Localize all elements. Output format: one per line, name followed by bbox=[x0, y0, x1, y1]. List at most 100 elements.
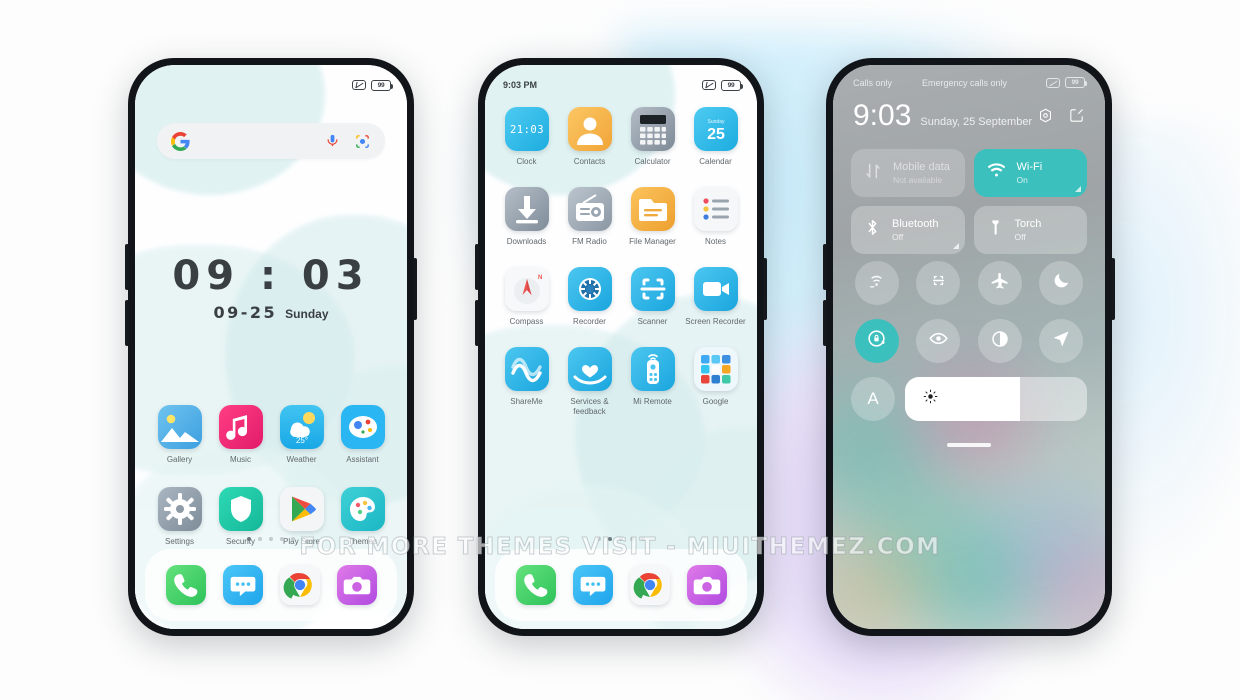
clock-icon[interactable]: 21:03 bbox=[504, 107, 549, 151]
app-music[interactable]: Music bbox=[210, 405, 271, 465]
page-dot[interactable] bbox=[641, 537, 645, 541]
app-calculator[interactable]: Calculator bbox=[621, 107, 684, 167]
app-scanner[interactable]: Scanner bbox=[621, 267, 684, 327]
volume-down-button[interactable] bbox=[125, 300, 129, 346]
power-button[interactable] bbox=[763, 258, 767, 320]
bluetooth-icon bbox=[863, 218, 882, 242]
screen-recorder-icon[interactable] bbox=[693, 267, 738, 311]
phone-icon[interactable] bbox=[165, 565, 206, 605]
fm-radio-icon[interactable] bbox=[567, 187, 612, 231]
app-downloads[interactable]: Downloads bbox=[495, 187, 558, 247]
volume-up-button[interactable] bbox=[823, 244, 827, 290]
app-weather[interactable]: 25° Weather bbox=[271, 405, 332, 465]
messages-icon[interactable] bbox=[222, 565, 263, 605]
toggle-dark-mode[interactable] bbox=[977, 319, 1022, 363]
microphone-icon[interactable] bbox=[325, 133, 340, 150]
scanner-icon[interactable] bbox=[630, 267, 675, 311]
calculator-icon[interactable] bbox=[630, 107, 675, 151]
chrome-icon[interactable] bbox=[629, 565, 670, 605]
assistant-icon[interactable] bbox=[340, 405, 385, 449]
toggle-scanner[interactable] bbox=[916, 261, 961, 305]
camera-icon[interactable] bbox=[686, 565, 727, 605]
app-mi-remote[interactable]: Mi Remote bbox=[621, 347, 684, 417]
contacts-icon[interactable] bbox=[567, 107, 612, 151]
tile-torch[interactable]: Torch Off bbox=[973, 206, 1087, 254]
page-dot[interactable] bbox=[619, 537, 623, 541]
volume-up-button[interactable] bbox=[475, 244, 479, 290]
page-dot[interactable] bbox=[269, 537, 273, 541]
app-google[interactable]: Google bbox=[684, 347, 747, 417]
page-dot[interactable] bbox=[280, 537, 284, 541]
page-dot[interactable] bbox=[291, 537, 295, 541]
brightness-slider[interactable] bbox=[905, 377, 1087, 421]
file-manager-icon[interactable] bbox=[630, 187, 675, 231]
app-screen-recorder[interactable]: Screen Recorder bbox=[684, 267, 747, 327]
toggle-reading-mode[interactable] bbox=[916, 319, 961, 363]
page-dot[interactable] bbox=[630, 537, 634, 541]
calendar-icon[interactable]: Sunday 25 bbox=[693, 107, 738, 151]
brightness-icon bbox=[923, 389, 938, 409]
phone-icon[interactable] bbox=[515, 565, 556, 605]
themes-icon[interactable] bbox=[340, 487, 385, 531]
scanner-icon bbox=[929, 271, 948, 295]
app-fm-radio[interactable]: FM Radio bbox=[558, 187, 621, 247]
page-dot[interactable] bbox=[597, 537, 601, 541]
drag-handle[interactable] bbox=[947, 443, 991, 447]
power-button[interactable] bbox=[1111, 258, 1115, 320]
play-store-icon[interactable] bbox=[279, 487, 324, 531]
notes-icon[interactable] bbox=[693, 187, 738, 231]
app-file-manager[interactable]: File Manager bbox=[621, 187, 684, 247]
weather-icon[interactable]: 25° bbox=[279, 405, 324, 449]
app-contacts[interactable]: Contacts bbox=[558, 107, 621, 167]
app-shareme[interactable]: ShareMe bbox=[495, 347, 558, 417]
music-icon[interactable] bbox=[218, 405, 263, 449]
gear-icon[interactable] bbox=[1037, 107, 1054, 129]
compass-icon[interactable]: N bbox=[504, 267, 549, 311]
clock-widget[interactable]: 09 : 03 09-25 Sunday bbox=[135, 253, 407, 322]
google-lens-icon[interactable] bbox=[354, 133, 371, 150]
page-dot[interactable] bbox=[258, 537, 262, 541]
shareme-icon[interactable] bbox=[504, 347, 549, 391]
toggle-hotspot[interactable] bbox=[854, 261, 899, 305]
volume-up-button[interactable] bbox=[125, 244, 129, 290]
tile-wi-fi[interactable]: Wi-Fi On bbox=[973, 149, 1087, 197]
camera-icon[interactable] bbox=[336, 565, 377, 605]
edit-icon[interactable] bbox=[1068, 107, 1085, 129]
app-recorder[interactable]: Recorder bbox=[558, 267, 621, 327]
expand-corner-icon[interactable] bbox=[1075, 186, 1081, 192]
tile-mobile-data[interactable]: Mobile data Not available bbox=[851, 149, 965, 197]
mi-remote-icon[interactable] bbox=[630, 347, 675, 391]
recorder-icon[interactable] bbox=[567, 267, 612, 311]
app-calendar[interactable]: Sunday 25 Calendar bbox=[684, 107, 747, 167]
app-gallery[interactable]: Gallery bbox=[149, 405, 210, 465]
gallery-icon[interactable] bbox=[157, 405, 202, 449]
app-notes[interactable]: Notes bbox=[684, 187, 747, 247]
app-services-feedback[interactable]: Services & feedback bbox=[558, 347, 621, 417]
volume-down-button[interactable] bbox=[475, 300, 479, 346]
expand-corner-icon[interactable] bbox=[952, 243, 959, 249]
google-folder-icon[interactable] bbox=[693, 347, 738, 391]
messages-icon[interactable] bbox=[572, 565, 613, 605]
google-search-bar[interactable] bbox=[157, 123, 385, 159]
settings-icon[interactable] bbox=[157, 487, 202, 531]
app-clock[interactable]: 21:03 Clock bbox=[495, 107, 558, 167]
toggle-do-not-disturb[interactable] bbox=[1039, 261, 1084, 305]
volume-down-button[interactable] bbox=[823, 300, 827, 346]
toggle-airplane-mode[interactable] bbox=[977, 261, 1022, 305]
page-indicator[interactable] bbox=[485, 537, 757, 541]
phone2-screen: 9:03 PM 99 21:03 Clock Contacts Calculator S… bbox=[485, 65, 757, 629]
app-assistant[interactable]: Assistant bbox=[332, 405, 393, 465]
services-feedback-icon[interactable] bbox=[567, 347, 612, 391]
chrome-icon[interactable] bbox=[279, 565, 320, 605]
tile-bluetooth[interactable]: Bluetooth Off bbox=[851, 206, 965, 254]
app-compass[interactable]: N Compass bbox=[495, 267, 558, 327]
toggle-location[interactable] bbox=[1039, 319, 1084, 363]
page-indicator[interactable] bbox=[135, 537, 407, 541]
toggle-auto-rotate[interactable] bbox=[854, 319, 899, 363]
page-dot[interactable] bbox=[608, 537, 612, 541]
security-icon[interactable] bbox=[218, 487, 263, 531]
downloads-icon[interactable] bbox=[504, 187, 549, 231]
page-dot[interactable] bbox=[247, 537, 251, 541]
power-button[interactable] bbox=[413, 258, 417, 320]
auto-brightness-icon[interactable]: A bbox=[851, 377, 895, 421]
